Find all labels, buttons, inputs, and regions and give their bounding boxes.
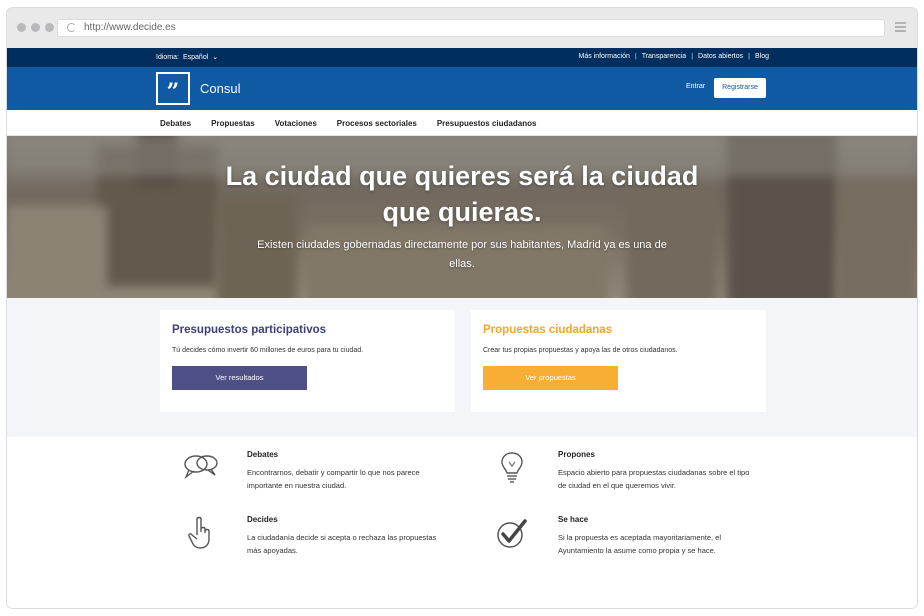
see-proposals-button[interactable]: Ver propuestas [483,366,618,390]
cards-section: Presupuestos participativos Tú decides c… [7,298,917,437]
card-text: Crear tus propias propuestas y apoya las… [483,347,678,354]
card-text: Tú decides cómo invertir 60 millones de … [172,347,364,354]
pointing-hand-icon [188,516,210,549]
page-viewport: Idioma: Español ⌄ Más información | Tran… [7,48,917,608]
proposals-card: Propuestas ciudadanas Crear tus propias … [471,310,766,412]
url-text: http://www.decide.es [84,22,176,33]
browser-window: http://www.decide.es Idioma: Español ⌄ M… [7,8,917,608]
top-links: Más información | Transparencia | Datos … [579,53,770,60]
top-link-transparencia[interactable]: Transparencia [642,53,687,60]
register-button[interactable]: Registrarse [714,78,766,98]
hero-subtitle: Existen ciudades gobernadas directamente… [257,239,667,270]
top-link-blog[interactable]: Blog [755,53,769,60]
lightbulb-icon [501,452,523,483]
feature-text: La ciudadanía decide si acepta o rechaza… [247,533,437,555]
nav-item-debates[interactable]: Debates [160,119,191,128]
feature-title: Se hace [558,515,589,524]
feature-title: Decides [247,515,278,524]
speech-bubbles-icon [184,455,218,480]
logo-icon[interactable]: ” [156,72,190,105]
main-nav: Debates Propuestas Votaciones Procesos s… [7,110,917,136]
features-section: Debates Encontrarnos, debatir y comparti… [7,437,917,608]
minimize-dot[interactable] [31,23,40,32]
card-title[interactable]: Propuestas ciudadanas [483,324,612,336]
feature-title: Debates [247,450,279,459]
site-name[interactable]: Consul [200,81,240,96]
hero-title: La ciudad que quieres será la ciudad que… [225,161,699,227]
feature-text: Espacio abierto para propuestas ciudadan… [558,468,750,490]
nav-item-procesos-sectoriales[interactable]: Procesos sectoriales [337,119,417,128]
chevron-down-icon[interactable]: ⌄ [212,53,218,61]
site-header: ” Consul Entrar Registrarse [7,67,917,110]
nav-item-propuestas[interactable]: Propuestas [211,119,255,128]
nav-item-presupuestos-ciudadanos[interactable]: Presupuestos ciudadanos [437,119,537,128]
top-bar: Idioma: Español ⌄ Más información | Tran… [7,48,917,67]
language-value[interactable]: Español [183,54,208,61]
language-label: Idioma: [156,53,179,61]
browser-chrome: http://www.decide.es [7,8,917,48]
login-link[interactable]: Entrar [686,83,705,90]
feature-se-hace: Se hace Si la propuesta es aceptada mayo… [497,515,758,557]
top-link-datos-abiertos[interactable]: Datos abiertos [698,53,743,60]
browser-menu-icon[interactable] [895,22,906,32]
address-bar[interactable]: http://www.decide.es [57,19,885,37]
feature-propones: Propones Espacio abierto para propuestas… [501,450,758,492]
feature-text: Encontrarnos, debatir y compartir lo que… [247,468,420,490]
feature-debates: Debates Encontrarnos, debatir y comparti… [184,450,447,492]
feature-title: Propones [558,450,595,459]
link-separator: | [634,53,637,60]
language-selector[interactable]: Idioma: Español ⌄ [156,53,218,62]
link-separator: | [691,53,694,60]
window-controls [17,23,54,32]
hero-banner: La ciudad que quieres será la ciudad que… [7,136,917,298]
nav-item-votaciones[interactable]: Votaciones [275,119,317,128]
feature-text: Si la propuesta es aceptada mayoritariam… [558,533,722,555]
maximize-dot[interactable] [45,23,54,32]
budget-card: Presupuestos participativos Tú decides c… [160,310,455,412]
feature-decides: Decides La ciudadanía decide si acepta o… [188,515,447,557]
link-separator: | [748,53,750,60]
top-link-mas-informacion[interactable]: Más información [579,53,630,60]
close-dot[interactable] [17,23,26,32]
checkmark-circle-icon [497,519,527,548]
see-results-button[interactable]: Ver resultados [172,366,307,390]
reload-icon[interactable] [67,23,76,32]
card-title[interactable]: Presupuestos participativos [172,324,326,336]
